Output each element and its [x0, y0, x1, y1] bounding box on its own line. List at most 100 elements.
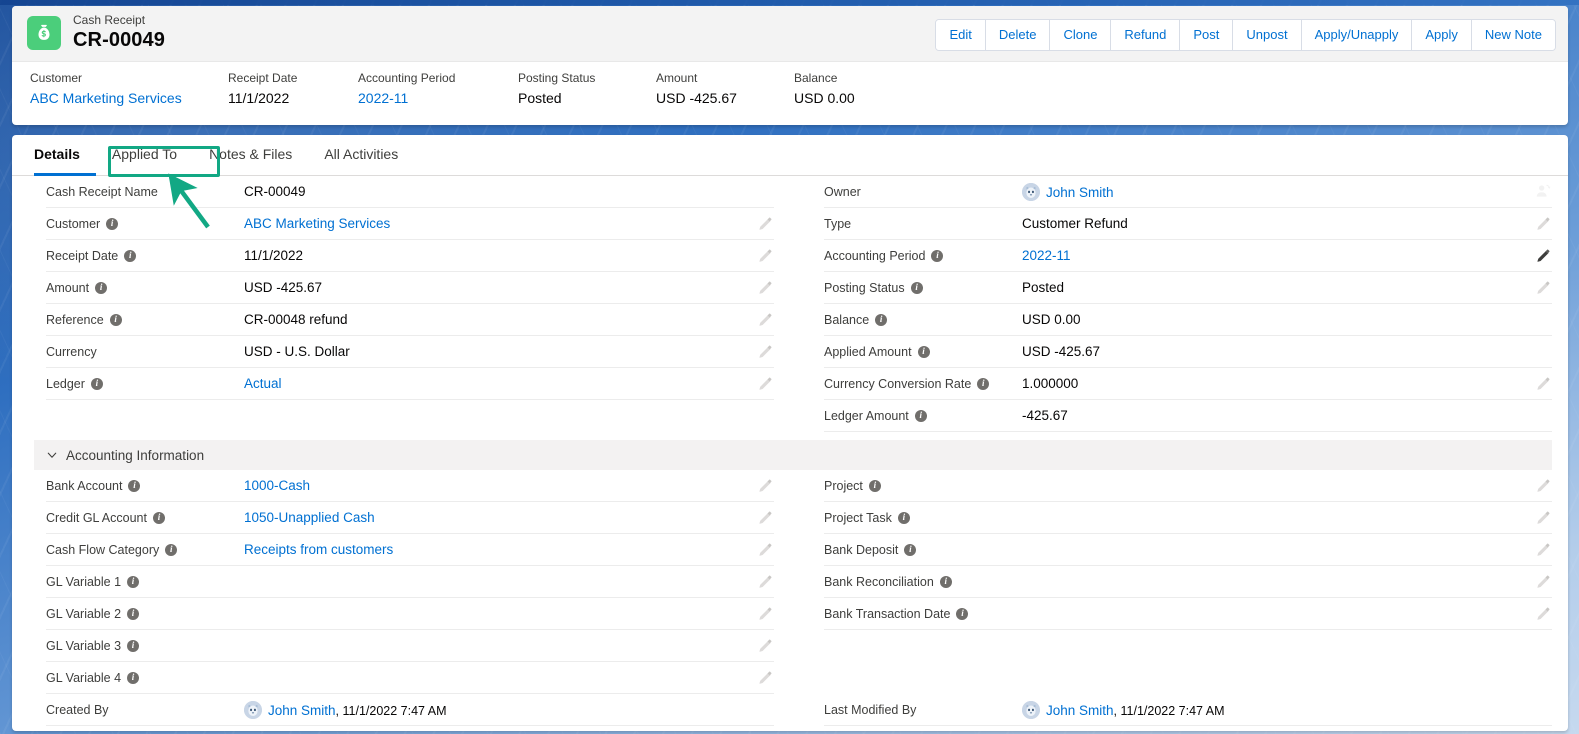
last-modified-by-user-link[interactable]: John Smith	[1046, 703, 1114, 718]
info-icon[interactable]: i	[910, 281, 923, 294]
money-bag-icon	[27, 16, 61, 50]
edit-pencil-icon[interactable]	[1536, 216, 1552, 232]
field-label: Ledger Amount i	[824, 409, 1022, 423]
edit-pencil-icon[interactable]	[758, 216, 774, 232]
info-icon[interactable]: i	[917, 345, 930, 358]
info-icon[interactable]: i	[165, 543, 178, 556]
edit-pencil-icon[interactable]	[1536, 574, 1552, 590]
field-label-text: Accounting Period	[824, 248, 926, 263]
info-icon[interactable]: i	[124, 249, 137, 262]
edit-pencil-icon[interactable]	[758, 542, 774, 558]
edit-pencil-icon[interactable]	[1536, 280, 1552, 296]
info-icon[interactable]: i	[956, 607, 969, 620]
info-icon[interactable]: i	[931, 249, 944, 262]
highlight-value[interactable]: 2022-11	[358, 89, 455, 107]
field-label: Cash Receipt Name	[46, 185, 244, 199]
field-value: USD -425.67	[244, 280, 774, 295]
edit-pencil-icon[interactable]	[1536, 248, 1552, 264]
edit-button[interactable]: Edit	[936, 20, 986, 50]
info-icon[interactable]: i	[127, 671, 140, 684]
info-icon[interactable]: i	[106, 217, 119, 230]
info-icon[interactable]: i	[109, 313, 122, 326]
edit-pencil-icon[interactable]	[758, 280, 774, 296]
tab-notes-files[interactable]: Notes & Files	[193, 135, 308, 176]
edit-pencil-icon[interactable]	[1536, 542, 1552, 558]
field-row-gl-variable-2: GL Variable 2 i	[46, 598, 774, 630]
change-owner-icon[interactable]	[1535, 183, 1552, 200]
field-label-text: Credit GL Account	[46, 510, 147, 525]
field-row-receipt-date: Receipt Date i 11/1/2022	[46, 240, 774, 272]
info-icon[interactable]: i	[127, 639, 140, 652]
field-row-credit-gl-account: Credit GL Account i 1050-Unapplied Cash	[46, 502, 774, 534]
edit-pencil-icon[interactable]	[758, 248, 774, 264]
edit-pencil-icon[interactable]	[758, 638, 774, 654]
post-button[interactable]: Post	[1180, 20, 1234, 50]
field-label: Balance i	[824, 313, 1022, 327]
last-modified-by-row: Last Modified By John Smith, 11/1/2022 7…	[824, 694, 1552, 726]
field-row-bank-account: Bank Account i 1000-Cash	[46, 470, 774, 502]
apply-button[interactable]: Apply	[1412, 20, 1472, 50]
record-header-card: Cash Receipt CR-00049 Edit Delete Clone Ref…	[12, 6, 1568, 125]
field-row-currency-conversion-rate: Currency Conversion Rate i 1.000000	[824, 368, 1552, 400]
info-icon[interactable]: i	[868, 479, 881, 492]
highlight-field-accounting-period: Accounting Period 2022-11	[358, 70, 455, 107]
edit-pencil-icon[interactable]	[1536, 478, 1552, 494]
field-label: Cash Flow Category i	[46, 543, 244, 557]
field-label: Currency	[46, 345, 244, 359]
edit-pencil-icon[interactable]	[758, 670, 774, 686]
info-icon[interactable]: i	[977, 377, 990, 390]
edit-pencil-icon[interactable]	[1536, 510, 1552, 526]
field-value: CR-00049	[244, 184, 774, 199]
apply-unapply-button[interactable]: Apply/Unapply	[1301, 20, 1413, 50]
info-icon[interactable]: i	[939, 575, 952, 588]
info-icon[interactable]: i	[897, 511, 910, 524]
info-icon[interactable]: i	[152, 511, 165, 524]
field-value[interactable]: 2022-11	[1022, 248, 1552, 263]
info-icon[interactable]: i	[914, 409, 927, 422]
info-icon[interactable]: i	[127, 607, 140, 620]
refund-button[interactable]: Refund	[1111, 20, 1181, 50]
field-value[interactable]: 1000-Cash	[244, 478, 774, 493]
field-row-reference: Reference i CR-00048 refund	[46, 304, 774, 336]
edit-pencil-icon[interactable]	[758, 344, 774, 360]
field-value[interactable]: Receipts from customers	[244, 542, 774, 557]
field-value-text: USD 0.00	[1022, 312, 1081, 327]
highlight-value[interactable]: ABC Marketing Services	[30, 89, 182, 107]
created-by-user-link[interactable]: John Smith	[268, 703, 336, 718]
edit-pencil-icon[interactable]	[758, 606, 774, 622]
info-icon[interactable]: i	[875, 313, 888, 326]
edit-pencil-icon[interactable]	[1536, 376, 1552, 392]
delete-button[interactable]: Delete	[985, 20, 1051, 50]
highlight-label: Amount	[656, 71, 698, 85]
info-icon[interactable]: i	[128, 479, 141, 492]
edit-pencil-icon[interactable]	[758, 574, 774, 590]
tab-details[interactable]: Details	[34, 135, 96, 176]
created-by-value: John Smith, 11/1/2022 7:47 AM	[244, 700, 774, 719]
field-value[interactable]: 1050-Unapplied Cash	[244, 510, 774, 525]
field-value[interactable]: ABC Marketing Services	[244, 216, 774, 231]
field-label: Owner	[824, 185, 1022, 199]
record-type-label: Cash Receipt	[73, 13, 146, 27]
info-icon[interactable]: i	[90, 377, 103, 390]
tab-all-activities[interactable]: All Activities	[308, 135, 414, 176]
info-icon[interactable]: i	[904, 543, 917, 556]
edit-pencil-icon[interactable]	[758, 376, 774, 392]
new-note-button[interactable]: New Note	[1471, 20, 1555, 50]
edit-pencil-icon[interactable]	[1536, 606, 1552, 622]
page-title: CR-00049	[73, 29, 165, 51]
clone-button[interactable]: Clone	[1050, 20, 1112, 50]
edit-pencil-icon[interactable]	[758, 312, 774, 328]
field-label: Receipt Date i	[46, 249, 244, 263]
accounting-information-section-toggle[interactable]: Accounting Information	[34, 440, 1552, 470]
edit-pencil-icon[interactable]	[758, 510, 774, 526]
field-value-text: Posted	[1022, 280, 1065, 295]
field-value[interactable]: John Smith	[1022, 182, 1552, 201]
unpost-button[interactable]: Unpost	[1233, 20, 1302, 50]
highlight-field-receipt-date: Receipt Date 11/1/2022	[228, 70, 297, 107]
field-value[interactable]: Actual	[244, 376, 774, 391]
info-icon[interactable]: i	[95, 281, 108, 294]
field-label-text: Currency	[46, 344, 97, 359]
tab-applied-to[interactable]: Applied To	[96, 135, 193, 176]
edit-pencil-icon[interactable]	[758, 478, 774, 494]
info-icon[interactable]: i	[127, 575, 140, 588]
